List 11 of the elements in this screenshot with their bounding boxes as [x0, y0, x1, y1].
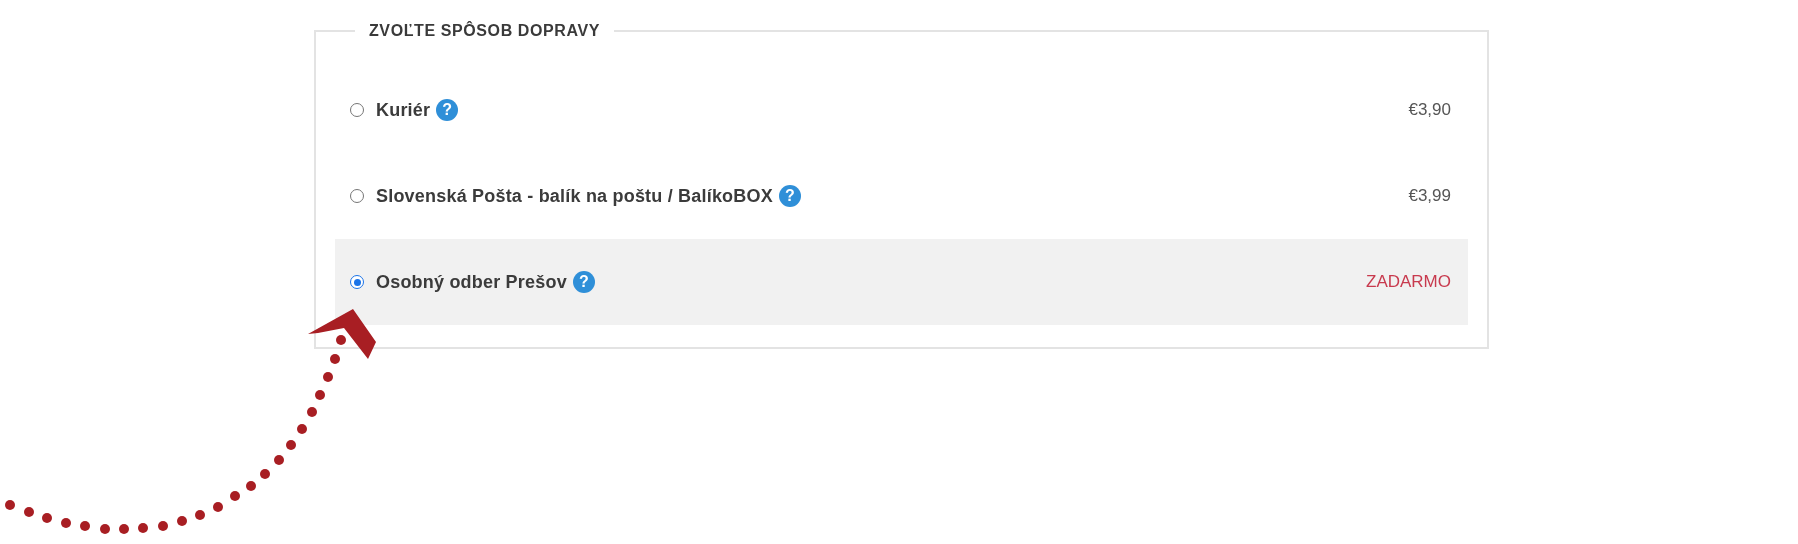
- section-title: ZVOĽTE SPÔSOB DOPRAVY: [368, 21, 601, 41]
- radio-button[interactable]: [350, 103, 364, 117]
- price: €3,99: [1408, 186, 1451, 206]
- radio-button[interactable]: [350, 189, 364, 203]
- price: ZADARMO: [1366, 272, 1451, 292]
- price: €3,90: [1408, 100, 1451, 120]
- option-label[interactable]: Slovenská Pošta - balík na poštu / BalíkoBOX: [376, 185, 773, 207]
- option-label[interactable]: Osobný odber Prešov: [376, 271, 567, 293]
- radio-button[interactable]: [350, 275, 364, 289]
- option-label[interactable]: Kuriér: [376, 99, 431, 121]
- shipping-option-row[interactable]: Osobný odber Prešov ? ZADARMO: [335, 239, 1468, 325]
